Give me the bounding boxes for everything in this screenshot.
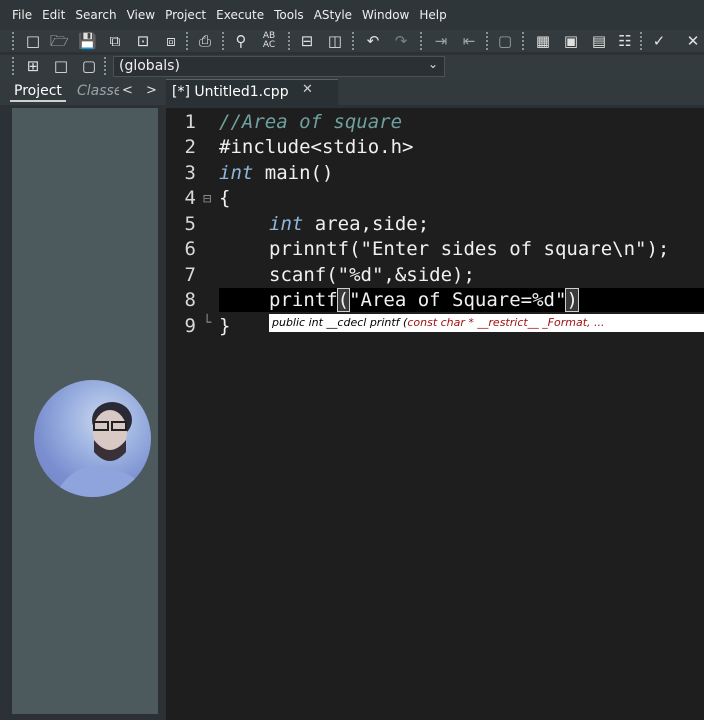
function-signature-tooltip: public int __cdecl printf (const char * …	[269, 314, 704, 332]
line-number: 6	[184, 238, 196, 260]
toolbar-separator	[640, 32, 644, 50]
close-icon[interactable]: ✕	[684, 32, 702, 50]
left-panel-tabs: Project Classes < >	[0, 79, 166, 105]
menu-window[interactable]: Window	[357, 0, 414, 30]
code-line-7: scanf("%d",&side);	[269, 264, 475, 286]
calculator-icon[interactable]: ▤	[590, 32, 608, 50]
save-all-icon[interactable]: ⧉	[106, 32, 124, 50]
redo-icon[interactable]: ↷	[392, 32, 410, 50]
menu-execute[interactable]: Execute	[211, 0, 269, 30]
keyword: int	[219, 162, 254, 184]
menu-edit[interactable]: Edit	[37, 0, 70, 30]
toggle-panel-icon[interactable]: ◫	[326, 32, 344, 50]
tab-scroll-left-icon[interactable]: <	[122, 83, 133, 98]
toolbar-separator	[352, 32, 356, 50]
bookmark-filled-icon[interactable]: ▢	[80, 57, 98, 75]
line-number: 1	[184, 111, 196, 133]
window-icon[interactable]: ▣	[562, 32, 580, 50]
avatar	[34, 380, 151, 497]
check-icon[interactable]: ✓	[650, 32, 668, 50]
close-tab-icon[interactable]: ✕	[302, 82, 313, 97]
menu-astyle[interactable]: AStyle	[309, 0, 357, 30]
matched-bracket: (	[336, 288, 351, 312]
code-line-8: printf("Area of Square=%d")	[269, 288, 579, 312]
menu-project[interactable]: Project	[160, 0, 211, 30]
code-line-2: #include<stdio.h>	[219, 136, 414, 158]
tab-label: [*] Untitled1.cpp	[172, 84, 289, 100]
tab-untitled1[interactable]: [*] Untitled1.cpp ✕	[166, 79, 338, 105]
code-text: main()	[253, 162, 334, 184]
toolbar-separator	[522, 32, 526, 50]
new-file-icon[interactable]: □	[24, 32, 42, 50]
fold-collapse-icon[interactable]: ⊟	[203, 191, 211, 207]
bookmark-icon[interactable]: ▢	[496, 32, 514, 50]
replace-icon[interactable]: AB AC	[260, 32, 278, 50]
scope-select[interactable]: (globals) ⌄	[113, 56, 445, 77]
goto-line-icon[interactable]: ⊟	[298, 32, 316, 50]
close-all-icon[interactable]: ⧈	[162, 32, 180, 50]
line-number: 8	[184, 289, 196, 311]
code-text: area,side;	[303, 213, 430, 235]
undo-icon[interactable]: ↶	[364, 32, 382, 50]
unindent-icon[interactable]: ⇤	[460, 32, 478, 50]
line-number: 3	[184, 162, 196, 184]
code-line-9: }	[219, 315, 231, 337]
close-file-icon[interactable]: ⊡	[134, 32, 152, 50]
toolbar-separator	[486, 32, 490, 50]
menu-file[interactable]: File	[0, 0, 37, 30]
toolbar-separator	[420, 32, 424, 50]
menu-help[interactable]: Help	[414, 0, 451, 30]
toolbar-separator	[288, 32, 292, 50]
bookmark-outline-icon[interactable]: □	[52, 57, 70, 75]
line-number: 5	[184, 213, 196, 235]
indent-icon[interactable]: ⇥	[432, 32, 450, 50]
tooltip-params: const char * __restrict__ _Format, ...	[407, 316, 605, 329]
toolbar-separator	[12, 32, 16, 50]
tab-project[interactable]: Project	[10, 83, 66, 102]
toolbar-separator	[104, 57, 108, 75]
toolbar-separator	[12, 57, 16, 75]
main-toolbar: □ 🗁 💾 ⧉ ⊡ ⧈ ⎙ ⚲ AB AC ⊟ ◫ ↶ ↷ ⇥ ⇤ ▢ ▦ ▣ …	[0, 30, 704, 52]
secondary-toolbar: ⊞ □ ▢ (globals) ⌄	[0, 55, 704, 79]
tooltip-prefix: public int __cdecl printf (	[272, 316, 408, 329]
toolbar-separator	[222, 32, 226, 50]
code-editor[interactable]: 1 2 3 4 5 6 7 8 9 ⊟ └ //Area of square #…	[166, 108, 704, 720]
find-icon[interactable]: ⚲	[232, 32, 250, 50]
code-text: "Area of Square=%d"	[349, 289, 567, 311]
code-line-1: //Area of square	[219, 111, 403, 133]
grid-icon[interactable]: ☷	[616, 32, 634, 50]
menu-bar: File Edit Search View Project Execute To…	[0, 0, 704, 30]
menu-search[interactable]: Search	[70, 0, 121, 30]
fold-end-icon: └	[203, 315, 212, 331]
line-number: 7	[184, 264, 196, 286]
matched-bracket: )	[565, 288, 579, 312]
save-icon[interactable]: 💾	[78, 32, 97, 50]
chevron-down-icon: ⌄	[427, 57, 438, 71]
code-line-4: {	[219, 187, 231, 209]
scope-select-value: (globals)	[119, 58, 180, 74]
code-line-3: int main()	[219, 162, 333, 184]
menu-tools[interactable]: Tools	[269, 0, 309, 30]
tab-scroll-right-icon[interactable]: >	[146, 83, 157, 98]
tile-windows-icon[interactable]: ▦	[534, 32, 552, 50]
code-line-6: prinntf("Enter sides of square\n");	[269, 238, 670, 260]
keyword: int	[269, 213, 304, 235]
line-number: 4	[184, 187, 196, 209]
editor-tab-bar: [*] Untitled1.cpp ✕	[166, 79, 704, 105]
code-text: printf	[269, 289, 338, 311]
menu-view[interactable]: View	[122, 0, 160, 30]
avatar-image	[54, 402, 151, 497]
goto-icon[interactable]: ⊞	[24, 57, 42, 75]
open-folder-icon[interactable]: 🗁	[50, 32, 69, 50]
line-number: 9	[184, 315, 196, 337]
toolbar-separator	[186, 32, 190, 50]
line-number: 2	[184, 136, 196, 158]
code-line-5: int area,side;	[269, 213, 429, 235]
print-icon[interactable]: ⎙	[196, 32, 214, 50]
tab-classes[interactable]: Classes	[77, 83, 119, 99]
